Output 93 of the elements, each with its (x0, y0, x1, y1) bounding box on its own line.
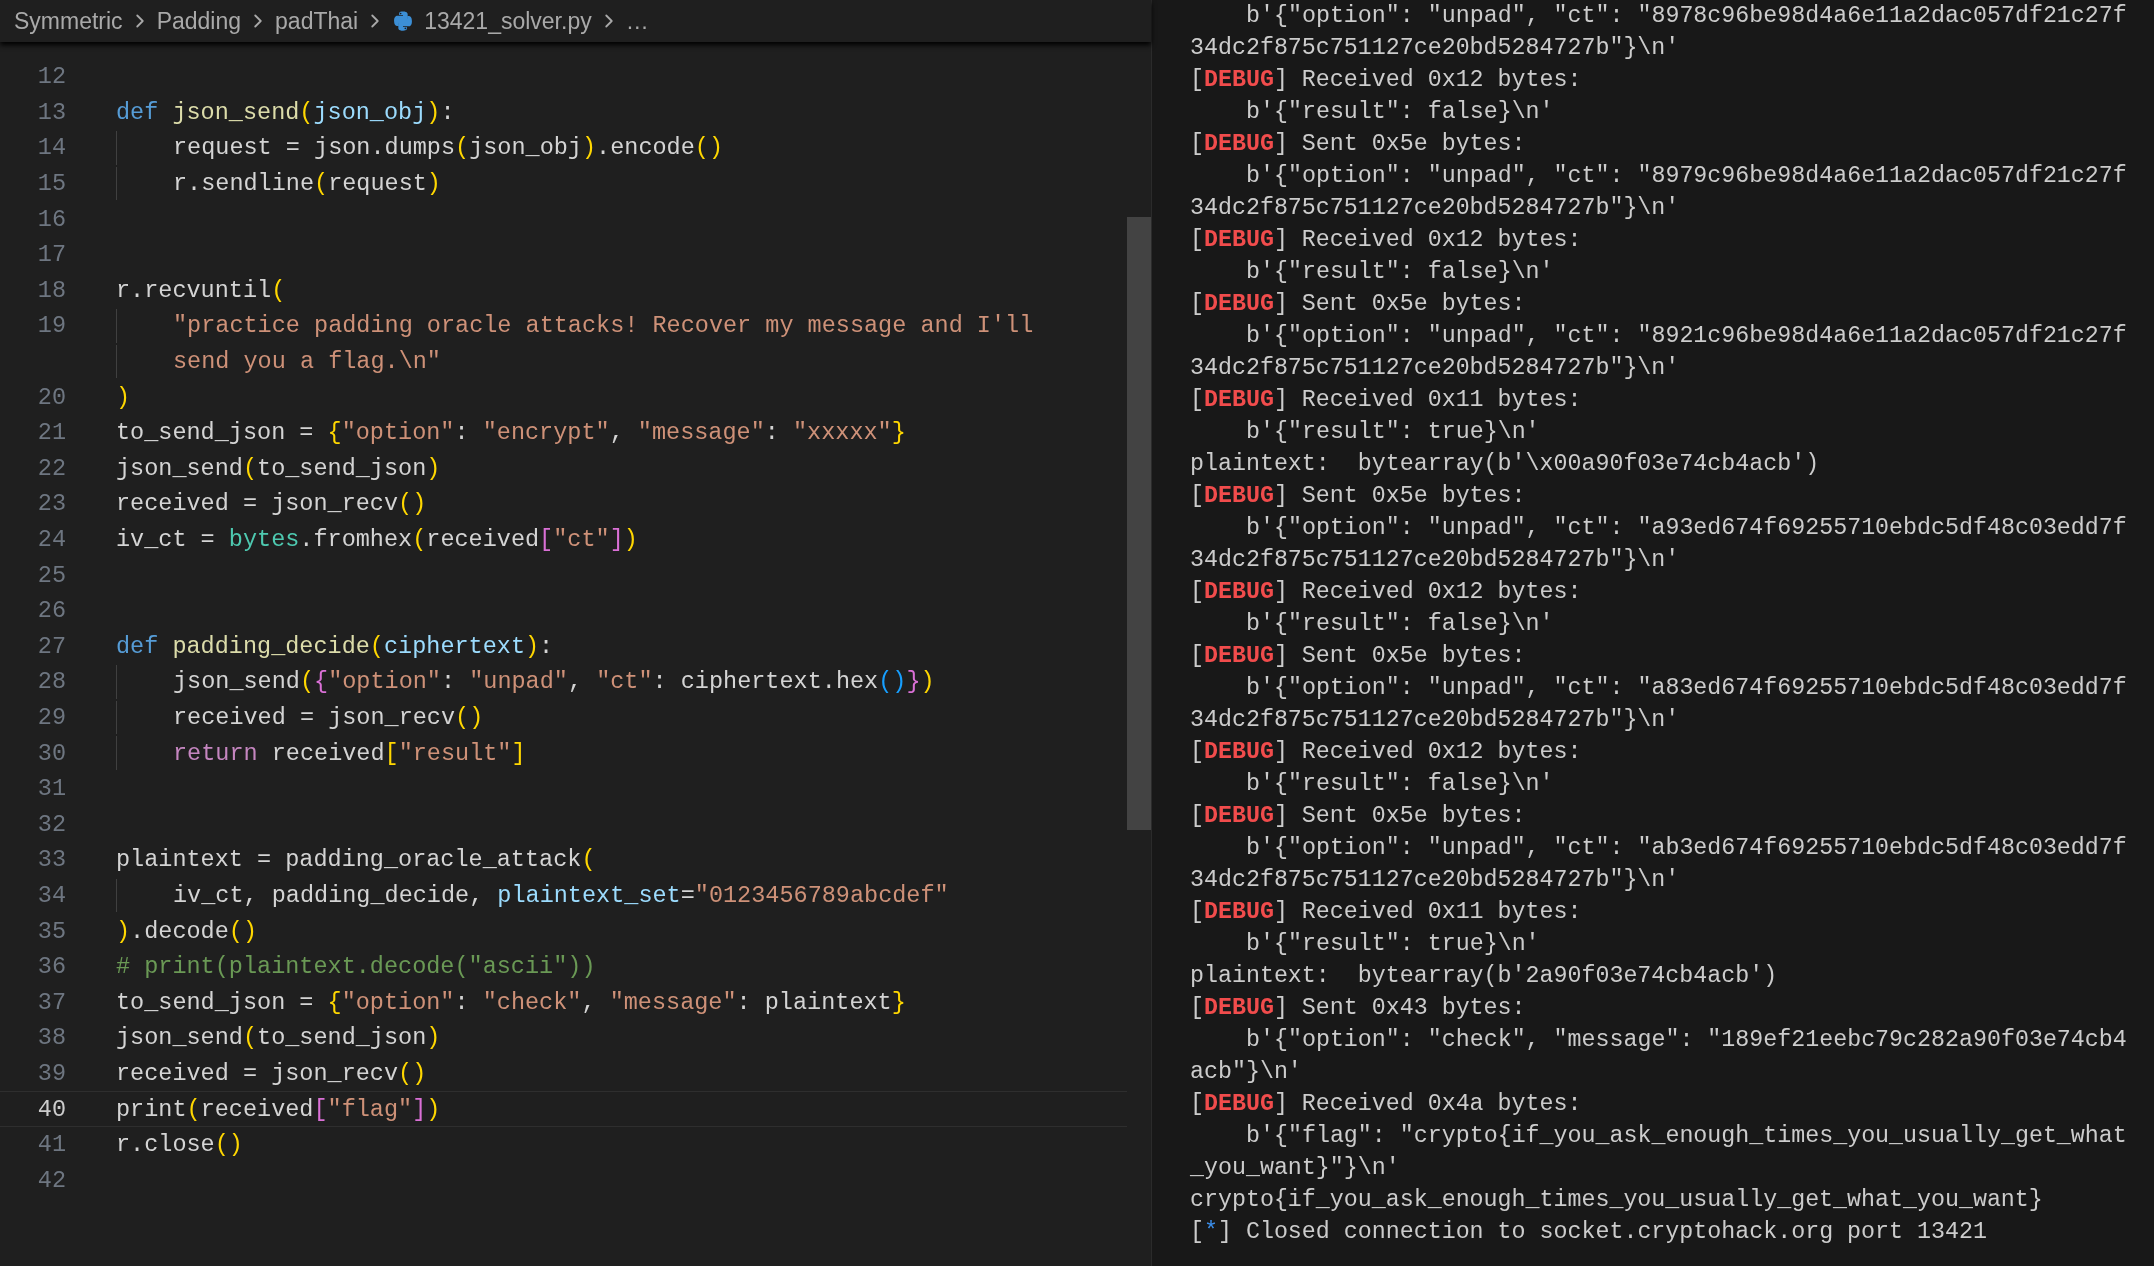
line-number: 42 (36, 1166, 66, 1194)
terminal-line: b'{"option": "check", "message": "189ef21eebc79c282a90f03e74cb4 (1245, 1026, 2127, 1055)
line-number: 34 (36, 881, 66, 909)
terminal-line: [DEBUG] Sent 0x5e bytes: (1190, 290, 1526, 319)
terminal-line: [DEBUG] Received 0x11 bytes: (1190, 898, 1582, 927)
code-line: # print(plaintext.decode("ascii")) (116, 952, 596, 983)
line-number: 29 (36, 704, 66, 731)
terminal-line: b'{"result": true}\n' (1245, 930, 1540, 959)
line-number: 41 (36, 1131, 66, 1159)
terminal-line: [DEBUG] Received 0x11 bytes: (1190, 386, 1582, 415)
line-number: 37 (36, 988, 66, 1016)
terminal-line: b'{"option": "unpad", "ct": "8979c96be98d4a6e11a2dac057df21c27f (1245, 162, 2127, 191)
terminal-line: [DEBUG] Sent 0x5e bytes: (1190, 802, 1526, 831)
code-line: ) (116, 382, 131, 413)
breadcrumb-item[interactable]: 13421_solver.py (392, 7, 592, 35)
terminal-line: _you_want}"}\n' (1190, 1154, 1400, 1183)
code-line: def json_send(json_obj): (116, 97, 455, 128)
line-number: 14 (36, 134, 66, 162)
terminal-line: [DEBUG] Received 0x4a bytes: (1190, 1090, 1582, 1119)
code-line: r.recvuntil( (116, 275, 286, 306)
terminal-line: plaintext: bytearray(b'\x00a90f03e74cb4acb') (1190, 450, 1820, 479)
python-file-icon (392, 10, 415, 32)
code-line: received = json_recv() (116, 489, 427, 520)
code-line: to_send_json = {"option": "check", "message": plaintext} (116, 987, 906, 1018)
breadcrumb-item[interactable]: … (625, 7, 649, 35)
terminal-line: 34dc2f875c751127ce20bd5284727b"}\n' (1190, 866, 1680, 895)
terminal-line: [DEBUG] Received 0x12 bytes: (1190, 66, 1582, 95)
terminal-line: plaintext: bytearray(b'2a90f03e74cb4acb') (1190, 962, 1778, 991)
terminal-line: acb"}\n' (1190, 1058, 1302, 1087)
line-number: 22 (36, 454, 66, 482)
terminal-line: [DEBUG] Sent 0x5e bytes: (1190, 482, 1526, 511)
line-number: 30 (36, 739, 66, 767)
code-line: ).decode() (116, 916, 258, 947)
line-number: 33 (36, 846, 66, 874)
line-number: 32 (36, 810, 66, 838)
terminal-line: 34dc2f875c751127ce20bd5284727b"}\n' (1190, 546, 1680, 575)
terminal-line: b'{"option": "unpad", "ct": "8921c96be98d4a6e11a2dac057df21c27f (1245, 322, 2127, 351)
line-number: 16 (36, 205, 66, 233)
line-number: 35 (36, 917, 66, 945)
terminal-line: 34dc2f875c751127ce20bd5284727b"}\n' (1190, 34, 1680, 63)
code-line: iv_ct = bytes.fromhex(received["ct"]) (116, 525, 638, 555)
code-line: print(received["flag"]) (116, 1094, 441, 1125)
breadcrumb-item[interactable]: Symmetric (14, 7, 123, 35)
line-number: 18 (36, 276, 66, 304)
terminal-line: crypto{if_you_ask_enough_times_you_usually_get_what_you_want} (1190, 1186, 2043, 1215)
code-line: json_send(to_send_json) (116, 1023, 441, 1054)
terminal-line: 34dc2f875c751127ce20bd5284727b"}\n' (1190, 194, 1680, 223)
terminal-line: b'{"result": false}\n' (1245, 258, 1554, 287)
terminal-line: [DEBUG] Received 0x12 bytes: (1190, 226, 1582, 255)
terminal-line: b'{"flag": "crypto{if_you_ask_enough_times_you_usually_get_what (1245, 1122, 2127, 1151)
terminal-line: 34dc2f875c751127ce20bd5284727b"}\n' (1190, 706, 1680, 735)
scrollbar-thumb[interactable] (1127, 217, 1151, 830)
code-line: json_send(to_send_json) (116, 453, 441, 484)
terminal-line: b'{"option": "unpad", "ct": "a93ed674f69255710ebdc5df48c03edd7f (1245, 514, 2127, 543)
line-number: 27 (36, 632, 66, 660)
line-number: 31 (36, 775, 66, 803)
line-number: 13 (36, 98, 66, 126)
line-number: 28 (36, 668, 66, 696)
terminal-line: b'{"result": false}\n' (1245, 610, 1554, 639)
terminal-line: [DEBUG] Received 0x12 bytes: (1190, 578, 1582, 607)
line-number: 15 (36, 170, 66, 198)
code-line: def padding_decide(ciphertext): (116, 631, 554, 662)
line-number: 26 (36, 597, 66, 625)
line-number: 23 (36, 490, 66, 518)
terminal-line: [DEBUG] Received 0x12 bytes: (1190, 738, 1582, 767)
terminal-line: [*] Closed connection to socket.cryptohack.org port 13421 (1190, 1218, 1987, 1247)
code-line: received = json_recv() (116, 1058, 427, 1089)
line-number: 25 (36, 561, 66, 589)
line-number: 38 (36, 1024, 66, 1052)
terminal-line: b'{"option": "unpad", "ct": "8978c96be98d4a6e11a2dac057df21c27f (1245, 2, 2127, 31)
terminal-line: b'{"result": true}\n' (1245, 418, 1540, 447)
code-line: r.close() (116, 1130, 243, 1161)
line-number: 12 (36, 63, 66, 91)
terminal-line: b'{"option": "unpad", "ct": "a83ed674f69255710ebdc5df48c03edd7f (1245, 674, 2127, 703)
terminal-line: b'{"result": false}\n' (1245, 98, 1554, 127)
line-number: 40 (36, 1095, 66, 1123)
line-number: 19 (36, 312, 66, 340)
breadcrumb-item[interactable]: padThai (275, 7, 359, 35)
terminal-line: [DEBUG] Sent 0x5e bytes: (1190, 642, 1526, 671)
code-line: to_send_json = {"option": "encrypt", "message": "xxxxx"} (116, 418, 906, 449)
line-number: 17 (36, 241, 66, 269)
line-number: 24 (36, 526, 66, 553)
line-number: 36 (36, 953, 66, 981)
terminal-line: [DEBUG] Sent 0x43 bytes: (1190, 994, 1526, 1023)
line-number: 21 (36, 419, 66, 447)
terminal-line: b'{"result": false}\n' (1245, 770, 1554, 799)
line-number: 39 (36, 1059, 66, 1087)
breadcrumb-item[interactable]: Padding (156, 7, 242, 35)
terminal-line: [DEBUG] Sent 0x5e bytes: (1190, 130, 1526, 159)
terminal-line: b'{"option": "unpad", "ct": "ab3ed674f69255710ebdc5df48c03edd7f (1245, 834, 2127, 863)
terminal-line: 34dc2f875c751127ce20bd5284727b"}\n' (1190, 354, 1680, 383)
line-number: 20 (36, 383, 66, 411)
code-line: plaintext = padding_oracle_attack( (116, 845, 596, 876)
